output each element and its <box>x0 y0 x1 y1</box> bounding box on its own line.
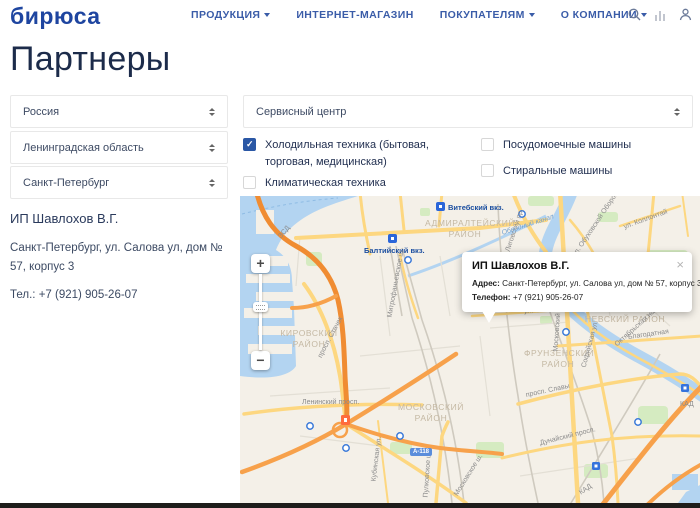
street-label: КАД <box>680 401 694 408</box>
popup-phone: Телефон: +7 (921) 905-26-07 <box>472 291 682 305</box>
main-nav: ПРОДУКЦИЯ ИНТЕРНЕТ-МАГАЗИН ПОКУПАТЕЛЯМ О… <box>191 9 647 21</box>
updown-arrows-icon <box>674 108 680 116</box>
partner-address: Санкт-Петербург, ул. Салова ул, дом № 57… <box>10 239 228 277</box>
station-label: Витебский вкз. <box>448 203 504 212</box>
site-header: бирюса ПРОДУКЦИЯ ИНТЕРНЕТ-МАГАЗИН ПОКУПА… <box>0 0 700 34</box>
logo[interactable]: бирюса <box>10 3 101 30</box>
zoom-slider-track[interactable] <box>259 274 262 350</box>
map-canvas[interactable]: АДМИРАЛТЕЙСКИЙ РАЙОН КИРОВСКИЙ РАЙОН МОС… <box>240 196 700 503</box>
checkbox-unchecked-icon <box>481 138 494 151</box>
header-icons <box>628 8 692 21</box>
chevron-down-icon <box>264 13 270 17</box>
chevron-down-icon <box>529 13 535 17</box>
close-icon[interactable]: × <box>676 258 684 271</box>
checkbox-climate[interactable]: Климатическая техника <box>243 175 468 192</box>
popup-tail <box>482 311 496 323</box>
district-label: АДМИРАЛТЕЙСКИЙ РАЙОН <box>425 218 505 240</box>
zoom-in-button[interactable]: + <box>251 254 270 273</box>
bottom-bar <box>0 503 700 508</box>
partner-phone: Тел.: +7 (921) 905-26-07 <box>10 289 228 301</box>
updown-arrows-icon <box>209 108 215 116</box>
country-select[interactable]: Россия <box>10 95 228 128</box>
street-label: Ленинский просп. <box>302 399 359 406</box>
popup-title: ИП Шавлохов В.Г. <box>472 260 682 272</box>
road-shield: А-118 <box>410 448 432 456</box>
checkbox-refrigeration[interactable]: Холодильная техника (бытовая, торговая, … <box>243 137 468 171</box>
search-icon[interactable] <box>628 8 641 21</box>
zoom-slider-handle[interactable] <box>253 302 268 312</box>
popup-address: Адрес: Санкт-Петербург, ул. Салова ул, д… <box>472 277 682 291</box>
city-select[interactable]: Санкт-Петербург <box>10 166 228 199</box>
checkbox-washers[interactable]: Стиральные машины <box>481 163 696 180</box>
updown-arrows-icon <box>209 179 215 187</box>
station-label: Балтийский вкз. <box>364 246 425 255</box>
map-popup: ИП Шавлохов В.Г. Адрес: Санкт-Петербург,… <box>462 252 692 312</box>
nav-shop[interactable]: ИНТЕРНЕТ-МАГАЗИН <box>296 9 413 21</box>
district-label: МОСКОВСКИЙ РАЙОН <box>398 402 464 424</box>
partners-page: бирюса ПРОДУКЦИЯ ИНТЕРНЕТ-МАГАЗИН ПОКУПА… <box>0 0 700 508</box>
updown-arrows-icon <box>209 144 215 152</box>
checkbox-unchecked-icon <box>481 164 494 177</box>
checkbox-dishwashers[interactable]: Посудомоечные машины <box>481 137 696 154</box>
checkbox-checked-icon <box>243 138 256 151</box>
partner-card: ИП Шавлохов В.Г. Санкт-Петербург, ул. Са… <box>10 211 228 301</box>
page-title: Партнеры <box>10 40 171 79</box>
account-icon[interactable] <box>679 8 692 21</box>
checkbox-unchecked-icon <box>243 176 256 189</box>
nav-products[interactable]: ПРОДУКЦИЯ <box>191 9 270 21</box>
region-select[interactable]: Ленинградская область <box>10 131 228 164</box>
partner-type-select[interactable]: Сервисный центр <box>243 95 693 128</box>
nav-customers[interactable]: ПОКУПАТЕЛЯМ <box>440 9 535 21</box>
compare-icon[interactable] <box>654 9 666 21</box>
partner-name: ИП Шавлохов В.Г. <box>10 211 228 226</box>
zoom-out-button[interactable]: − <box>251 351 270 370</box>
map-zoom-control: + − <box>251 254 270 370</box>
